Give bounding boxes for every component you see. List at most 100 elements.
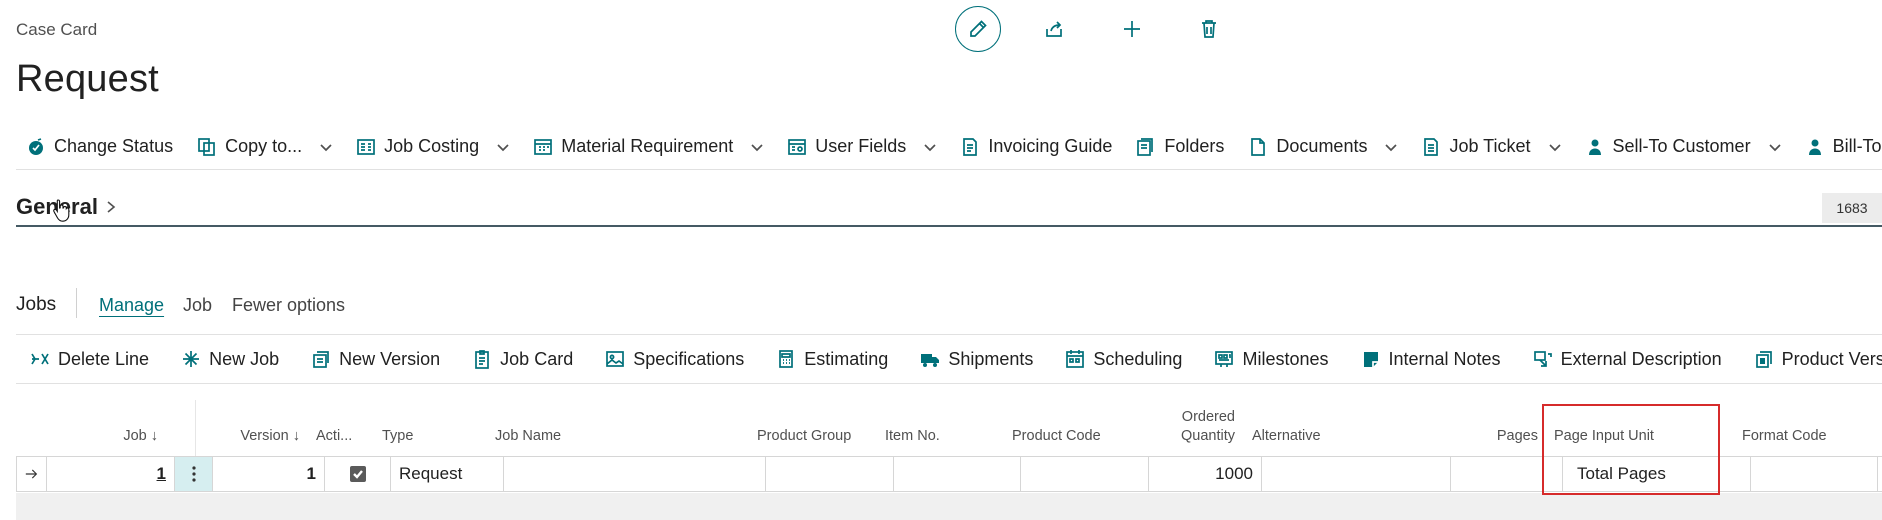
- chevron-down-icon: [1548, 143, 1561, 151]
- chevron-right-icon: [107, 201, 116, 213]
- column-header-ordered-line2: Quantity: [1181, 428, 1235, 444]
- change-status-icon: [29, 137, 43, 155]
- copy-to-dropdown[interactable]: [308, 124, 344, 169]
- documents-button[interactable]: Documents: [1236, 124, 1373, 169]
- cell-format-code[interactable]: [1750, 457, 1878, 491]
- note-icon: [1363, 352, 1378, 367]
- column-header-job-name[interactable]: Job Name: [487, 400, 747, 456]
- column-header-format-code[interactable]: Format Code: [1734, 400, 1864, 456]
- copy-to-button[interactable]: Copy to...: [185, 124, 308, 169]
- share-button[interactable]: [1031, 6, 1077, 52]
- column-header-alternative[interactable]: Alternative: [1244, 400, 1432, 456]
- row-indicator[interactable]: [16, 457, 46, 491]
- bill-to-customer-button[interactable]: Bill-To Customer: [1793, 124, 1882, 169]
- job-ticket-icon: [1424, 137, 1439, 156]
- job-ticket-button[interactable]: Job Ticket: [1409, 124, 1536, 169]
- more-vertical-icon: [191, 466, 196, 482]
- scheduling-label: Scheduling: [1093, 348, 1183, 369]
- external-description-icon: [1533, 351, 1552, 367]
- estimating-button[interactable]: Estimating: [756, 336, 900, 382]
- job-costing-button[interactable]: Job Costing: [344, 124, 485, 169]
- column-header-product-group[interactable]: Product Group: [749, 400, 876, 456]
- column-header-type[interactable]: Type: [374, 400, 486, 456]
- invoicing-guide-button[interactable]: Invoicing Guide: [948, 124, 1124, 169]
- delete-line-button[interactable]: Delete Line: [16, 336, 161, 382]
- cell-job-name[interactable]: [503, 457, 765, 491]
- row-actions-button[interactable]: [174, 457, 212, 491]
- cell-item-no[interactable]: [893, 457, 1020, 491]
- job-costing-dropdown[interactable]: [485, 124, 521, 169]
- job-costing-label: Job Costing: [384, 136, 480, 156]
- cell-active[interactable]: [324, 457, 390, 491]
- shipments-button[interactable]: Shipments: [900, 336, 1045, 382]
- tab-fewer-options[interactable]: Fewer options: [232, 295, 345, 316]
- cell-type[interactable]: Request: [390, 457, 503, 491]
- tab-manage[interactable]: Manage: [99, 295, 164, 316]
- cell-version[interactable]: 1: [212, 457, 324, 491]
- column-header-product-code[interactable]: Product Code: [1004, 400, 1131, 456]
- delete-icon: [1202, 20, 1216, 38]
- column-header-item-no[interactable]: Item No.: [877, 400, 1003, 456]
- material-requirement-button[interactable]: Material Requirement: [521, 124, 739, 169]
- user-fields-button[interactable]: User Fields: [775, 124, 912, 169]
- hand-cursor-icon: [53, 199, 70, 222]
- cell-job[interactable]: 1: [46, 457, 174, 491]
- job-card-button[interactable]: Job Card: [452, 336, 585, 382]
- cell-alternative[interactable]: [1261, 457, 1450, 491]
- product-versions-icon: [1755, 351, 1772, 368]
- person-icon: [1588, 139, 1601, 155]
- edit-icon: [970, 20, 987, 37]
- user-fields-label: User Fields: [815, 136, 907, 156]
- folders-label: Folders: [1164, 136, 1225, 156]
- checkbox-checked[interactable]: [349, 466, 366, 482]
- user-fields-dropdown[interactable]: [912, 124, 948, 169]
- jobs-action-bar: Delete Line New Job New Version Job Card…: [16, 334, 1882, 384]
- sell-to-customer-dropdown[interactable]: [1757, 124, 1793, 169]
- shipments-label: Shipments: [948, 348, 1034, 369]
- cell-product-code[interactable]: [1020, 457, 1148, 491]
- external-description-button[interactable]: External Description: [1513, 336, 1734, 382]
- new-icon: [1124, 21, 1140, 37]
- invoicing-guide-label: Invoicing Guide: [988, 136, 1113, 156]
- delete-button[interactable]: [1186, 6, 1232, 52]
- job-ticket-dropdown[interactable]: [1537, 124, 1573, 169]
- new-button[interactable]: [1109, 6, 1155, 52]
- cell-ordered-quantity[interactable]: 1000: [1148, 457, 1261, 491]
- column-header-job[interactable]: Job ↓: [46, 400, 166, 456]
- folders-button[interactable]: Folders: [1124, 124, 1236, 169]
- page-title: Request: [16, 58, 159, 100]
- column-header-pages[interactable]: Pages: [1434, 400, 1546, 456]
- column-header-version[interactable]: Version ↓: [196, 400, 308, 456]
- calculator-icon: [779, 350, 794, 368]
- chevron-down-icon: [751, 143, 763, 151]
- change-status-button[interactable]: Change Status: [16, 124, 185, 169]
- specifications-button[interactable]: Specifications: [585, 336, 756, 382]
- material-requirement-dropdown[interactable]: [739, 124, 775, 169]
- product-versions-button[interactable]: Product Versions: [1734, 336, 1882, 382]
- documents-dropdown[interactable]: [1373, 124, 1409, 169]
- highlight-box: [1542, 404, 1720, 495]
- edit-button[interactable]: [955, 6, 1001, 52]
- milestones-button[interactable]: Milestones: [1194, 336, 1340, 382]
- chevron-down-icon: [1768, 143, 1781, 151]
- user-fields-icon: [788, 138, 807, 155]
- sell-to-customer-button[interactable]: Sell-To Customer: [1573, 124, 1757, 169]
- cell-product-group[interactable]: [765, 457, 893, 491]
- checkmark-icon: [352, 470, 363, 479]
- scheduling-button[interactable]: Scheduling: [1045, 336, 1194, 382]
- new-job-button[interactable]: New Job: [161, 336, 291, 382]
- arrow-right-icon: [25, 469, 38, 479]
- internal-notes-button[interactable]: Internal Notes: [1341, 336, 1513, 382]
- sparkle-icon: [183, 351, 200, 367]
- new-version-button[interactable]: New Version: [291, 336, 452, 382]
- general-summary-badge: 1683: [1822, 193, 1882, 223]
- column-header-ordered-quantity[interactable]: Ordered Quantity: [1132, 400, 1243, 456]
- folders-icon: [1137, 137, 1154, 156]
- job-card-label: Job Card: [500, 348, 574, 369]
- column-header-active[interactable]: Acti...: [308, 400, 374, 456]
- image-icon: [606, 351, 625, 367]
- product-versions-label: Product Versions: [1781, 348, 1882, 369]
- internal-notes-label: Internal Notes: [1388, 348, 1501, 369]
- tab-job[interactable]: Job: [183, 295, 212, 316]
- external-description-label: External Description: [1560, 348, 1722, 369]
